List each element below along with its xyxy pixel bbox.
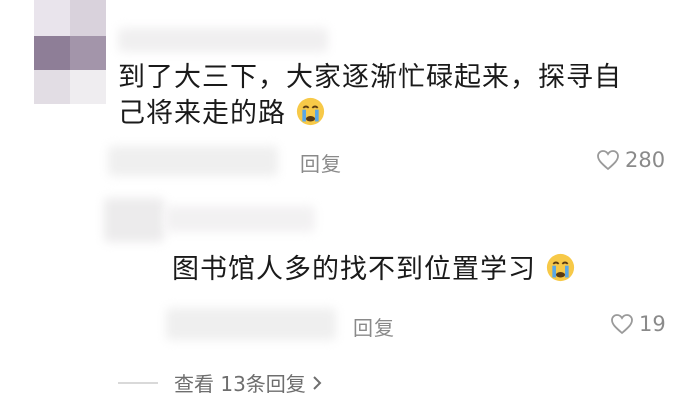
username-blurred [118,28,328,52]
avatar[interactable] [34,0,106,104]
heart-icon [597,150,619,171]
chevron-right-icon [313,375,322,390]
reply-avatar-blurred [104,198,164,242]
like-button[interactable]: 280 [596,148,665,172]
view-more-replies[interactable]: 查看 13条回复 [118,368,324,397]
heart-icon [611,314,633,335]
reply-timestamp-blurred [166,308,336,340]
crying-face-icon [296,97,324,126]
reply-username-blurred [165,206,315,232]
view-more-label: 查看 13条回复 [174,372,306,396]
comment-text: 到了大三下，大家逐渐忙碌起来，探寻自 己将来走的路 [118,62,622,129]
like-button[interactable]: 19 [610,312,666,336]
reply-text: 图书馆人多的找不到位置学习 [172,252,575,288]
like-count: 280 [625,148,666,172]
crying-face-icon [546,253,574,282]
reply-button[interactable]: 回复 [353,312,395,341]
like-count: 19 [639,312,666,336]
timestamp-blurred [108,146,278,176]
divider-line [118,381,158,384]
reply-button[interactable]: 回复 [300,148,342,177]
